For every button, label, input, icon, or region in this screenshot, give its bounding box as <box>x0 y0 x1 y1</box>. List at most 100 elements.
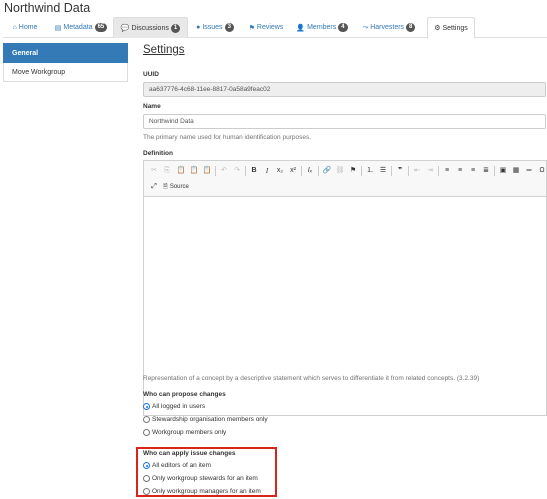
flag-icon: ⚑ <box>248 24 255 32</box>
page-title: Northwind Data <box>4 1 91 15</box>
toolbar-separator <box>438 166 439 176</box>
tab-harvesters[interactable]: ⤳ Harvesters 8 <box>354 17 424 38</box>
source-icon: 🗎 <box>163 184 168 190</box>
anchor-icon[interactable]: ⚑ <box>348 166 358 176</box>
special-char-icon[interactable]: Ω <box>537 166 547 176</box>
settings-sidebar: General Move Workgroup <box>3 43 128 82</box>
propose-option-stewardship[interactable]: Stewardship organisation members only <box>143 416 268 423</box>
paste-word-icon[interactable]: 📋 <box>202 166 212 176</box>
remove-format-icon[interactable]: Iₓ <box>305 166 315 176</box>
user-icon: 👤 <box>296 24 306 32</box>
name-label: Name <box>143 103 161 110</box>
numbered-list-icon[interactable]: ⒈ <box>365 166 375 176</box>
tab-home[interactable]: ⌂ Home <box>3 17 47 38</box>
workgroup-tabs: ⌂ Home ▤ Metadata 65 💬 Discussions 1 ● I… <box>3 17 547 39</box>
image-icon[interactable]: ▣ <box>498 166 508 176</box>
maximize-icon[interactable]: ⤢ <box>149 182 159 192</box>
paste-icon[interactable]: 📋 <box>176 166 186 176</box>
sidebar-item-move-workgroup[interactable]: Move Workgroup <box>3 63 128 82</box>
justify-icon[interactable]: ≣ <box>481 166 491 176</box>
uuid-value: aa637776-4c68-11ee-8817-0a58a9feac02 <box>149 86 271 93</box>
tab-members-label: Members <box>307 24 337 31</box>
harvester-icon: ⤳ <box>362 23 369 31</box>
tab-issues-label: Issues <box>202 24 223 31</box>
editor-content-area[interactable] <box>144 197 546 415</box>
exclamation-icon: ● <box>196 24 201 31</box>
link-icon[interactable]: 🔗 <box>322 166 332 176</box>
unlink-icon[interactable]: ⛓ <box>335 166 345 176</box>
editor-toolbar: ✂ ⎘ 📋 📋 📋 ↶ ↷ B I x₂ x² Iₓ 🔗 ⛓ ⚑ ⒈ ☰ ❞ ⇤… <box>144 161 546 197</box>
subscript-icon[interactable]: x₂ <box>275 166 285 176</box>
tab-harvesters-label: Harvesters <box>370 24 405 31</box>
tab-harvesters-badge: 8 <box>406 23 416 32</box>
toolbar-separator <box>215 166 216 176</box>
toolbar-separator <box>391 166 392 176</box>
radio-label: Workgroup members only <box>152 429 227 436</box>
horizontal-line-icon[interactable]: ═ <box>524 166 534 176</box>
tab-reviews-label: Reviews <box>256 24 284 31</box>
tab-discussions-label: Discussions <box>131 24 169 32</box>
toolbar-separator <box>361 166 362 176</box>
uuid-field: aa637776-4c68-11ee-8817-0a58a9feac02 <box>143 82 546 97</box>
name-input[interactable]: Northwind Data <box>143 114 546 129</box>
italic-icon[interactable]: I <box>262 166 272 176</box>
settings-heading: Settings <box>143 44 185 56</box>
highlight-annotation-box <box>136 447 277 497</box>
bold-icon[interactable]: B <box>249 166 259 176</box>
tab-discussions-badge: 1 <box>170 23 181 33</box>
cut-icon[interactable]: ✂ <box>149 166 159 176</box>
undo-icon[interactable]: ↶ <box>219 166 229 176</box>
radio-button[interactable] <box>143 403 150 410</box>
sidebar-item-label: General <box>12 49 39 57</box>
tab-issues-badge: 3 <box>224 23 234 32</box>
toolbar-separator <box>301 166 302 176</box>
tab-settings-label: Settings <box>442 24 468 32</box>
name-help-text: The primary name used for human identifi… <box>143 134 312 141</box>
tab-metadata[interactable]: ▤ Metadata 65 <box>49 17 113 38</box>
tab-home-label: Home <box>18 24 38 31</box>
propose-option-workgroup-members[interactable]: Workgroup members only <box>143 429 226 436</box>
outdent-icon[interactable]: ⇤ <box>412 166 422 176</box>
sidebar-item-label: Move Workgroup <box>12 68 66 76</box>
tab-discussions[interactable]: 💬 Discussions 1 <box>113 17 188 38</box>
radio-label: All logged in users <box>152 403 206 410</box>
toolbar-separator <box>494 166 495 176</box>
tab-metadata-label: Metadata <box>63 24 93 31</box>
toolbar-separator <box>318 166 319 176</box>
redo-icon[interactable]: ↷ <box>232 166 242 176</box>
tab-settings[interactable]: ⚙ Settings <box>427 17 475 39</box>
superscript-icon[interactable]: x² <box>288 166 298 176</box>
tab-members[interactable]: 👤 Members 4 <box>292 17 352 38</box>
definition-label: Definition <box>143 150 173 157</box>
propose-changes-label: Who can propose changes <box>143 391 226 398</box>
toolbar-separator <box>408 166 409 176</box>
indent-icon[interactable]: ⇥ <box>425 166 435 176</box>
copy-icon[interactable]: ⎘ <box>162 166 172 176</box>
radio-button[interactable] <box>143 416 150 423</box>
file-icon: ▤ <box>54 24 62 32</box>
blockquote-icon[interactable]: ❞ <box>395 166 405 176</box>
source-button[interactable]: 🗎 Source <box>163 182 189 192</box>
propose-option-all-logged-in[interactable]: All logged in users <box>143 403 205 410</box>
home-icon: ⌂ <box>12 24 17 31</box>
bulleted-list-icon[interactable]: ☰ <box>378 166 388 176</box>
table-icon[interactable]: ▦ <box>511 166 521 176</box>
comments-icon: 💬 <box>120 25 130 32</box>
tab-reviews[interactable]: ⚑ Reviews <box>241 17 291 38</box>
align-right-icon[interactable]: ≡ <box>468 166 478 176</box>
uuid-label: UUID <box>143 71 159 78</box>
radio-label: Stewardship organisation members only <box>152 416 268 423</box>
align-center-icon[interactable]: ≡ <box>455 166 465 176</box>
paste-text-icon[interactable]: 📋 <box>189 166 199 176</box>
tab-members-badge: 4 <box>338 23 348 32</box>
align-left-icon[interactable]: ≡ <box>442 166 452 176</box>
source-label: Source <box>169 184 189 190</box>
toolbar-separator <box>245 166 246 176</box>
tab-issues[interactable]: ● Issues 3 <box>190 17 240 38</box>
cogs-icon: ⚙ <box>434 25 441 32</box>
tab-metadata-badge: 65 <box>94 23 108 32</box>
name-value: Northwind Data <box>149 118 194 125</box>
definition-help-text: Representation of a concept by a descrip… <box>143 375 480 382</box>
radio-button[interactable] <box>143 429 150 436</box>
sidebar-item-general[interactable]: General <box>3 43 128 63</box>
